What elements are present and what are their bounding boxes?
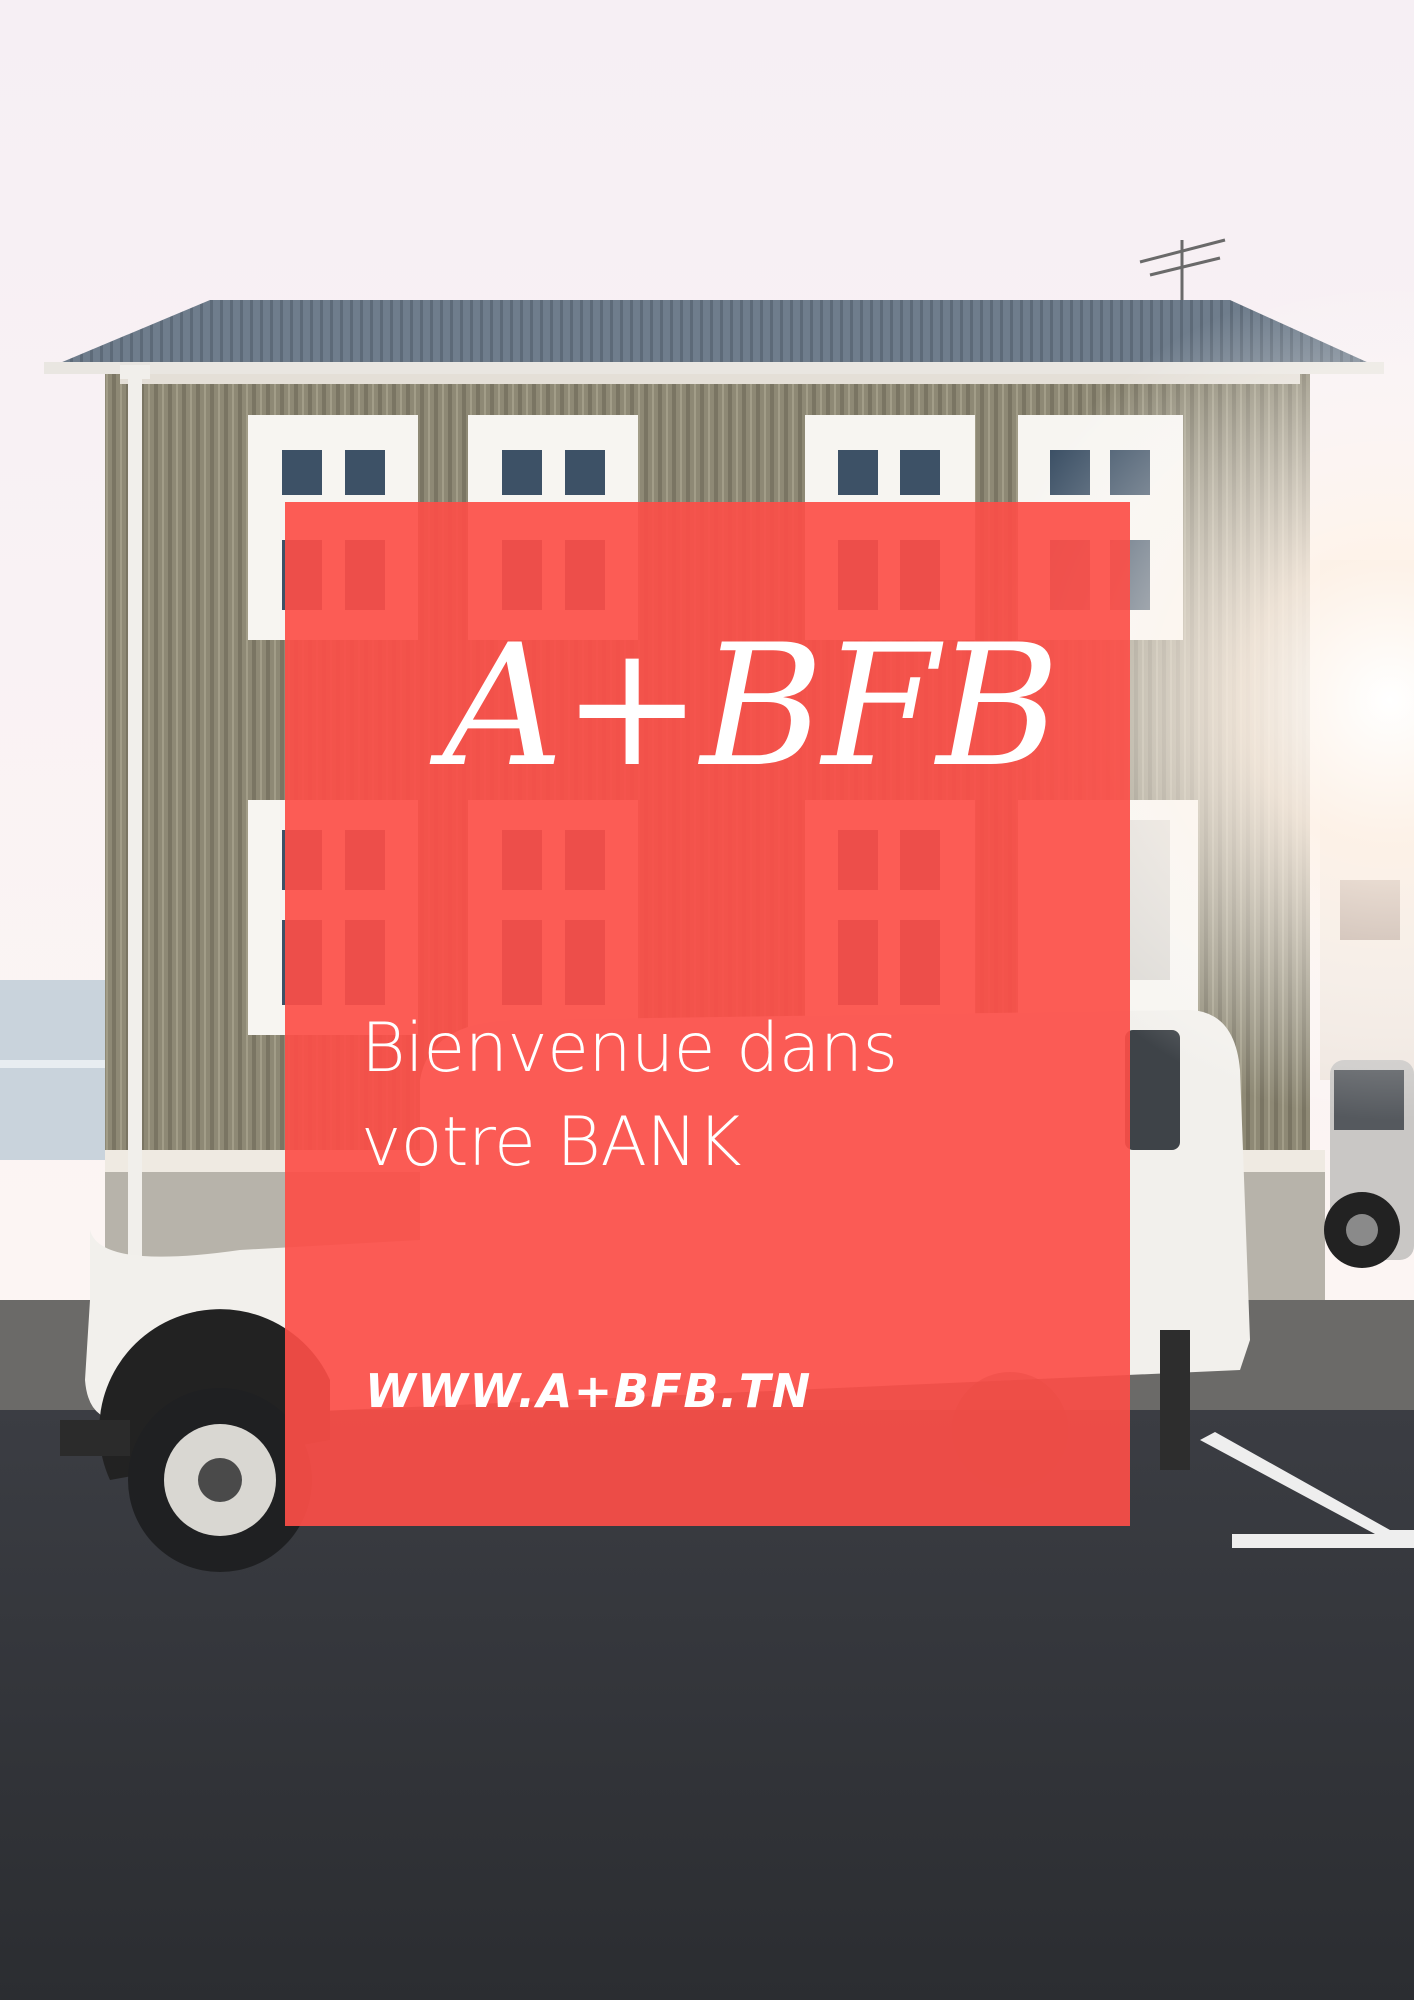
brand-logo: A+BFB bbox=[442, 608, 1060, 804]
welcome-message: Bienvenue dans votre BANK bbox=[361, 1002, 1001, 1190]
welcome-line-1: Bienvenue dans bbox=[361, 1009, 898, 1088]
welcome-line-2: votre BANK bbox=[361, 1103, 741, 1182]
website-link[interactable]: WWW.A+BFB.TN bbox=[365, 1368, 812, 1414]
welcome-card: A+BFB Bienvenue dans votre BANK WWW.A+BF… bbox=[285, 502, 1130, 1526]
left-neighbour-house bbox=[0, 980, 120, 1160]
poster: A+BFB Bienvenue dans votre BANK WWW.A+BF… bbox=[0, 0, 1414, 2000]
drainpipe bbox=[128, 372, 142, 1272]
